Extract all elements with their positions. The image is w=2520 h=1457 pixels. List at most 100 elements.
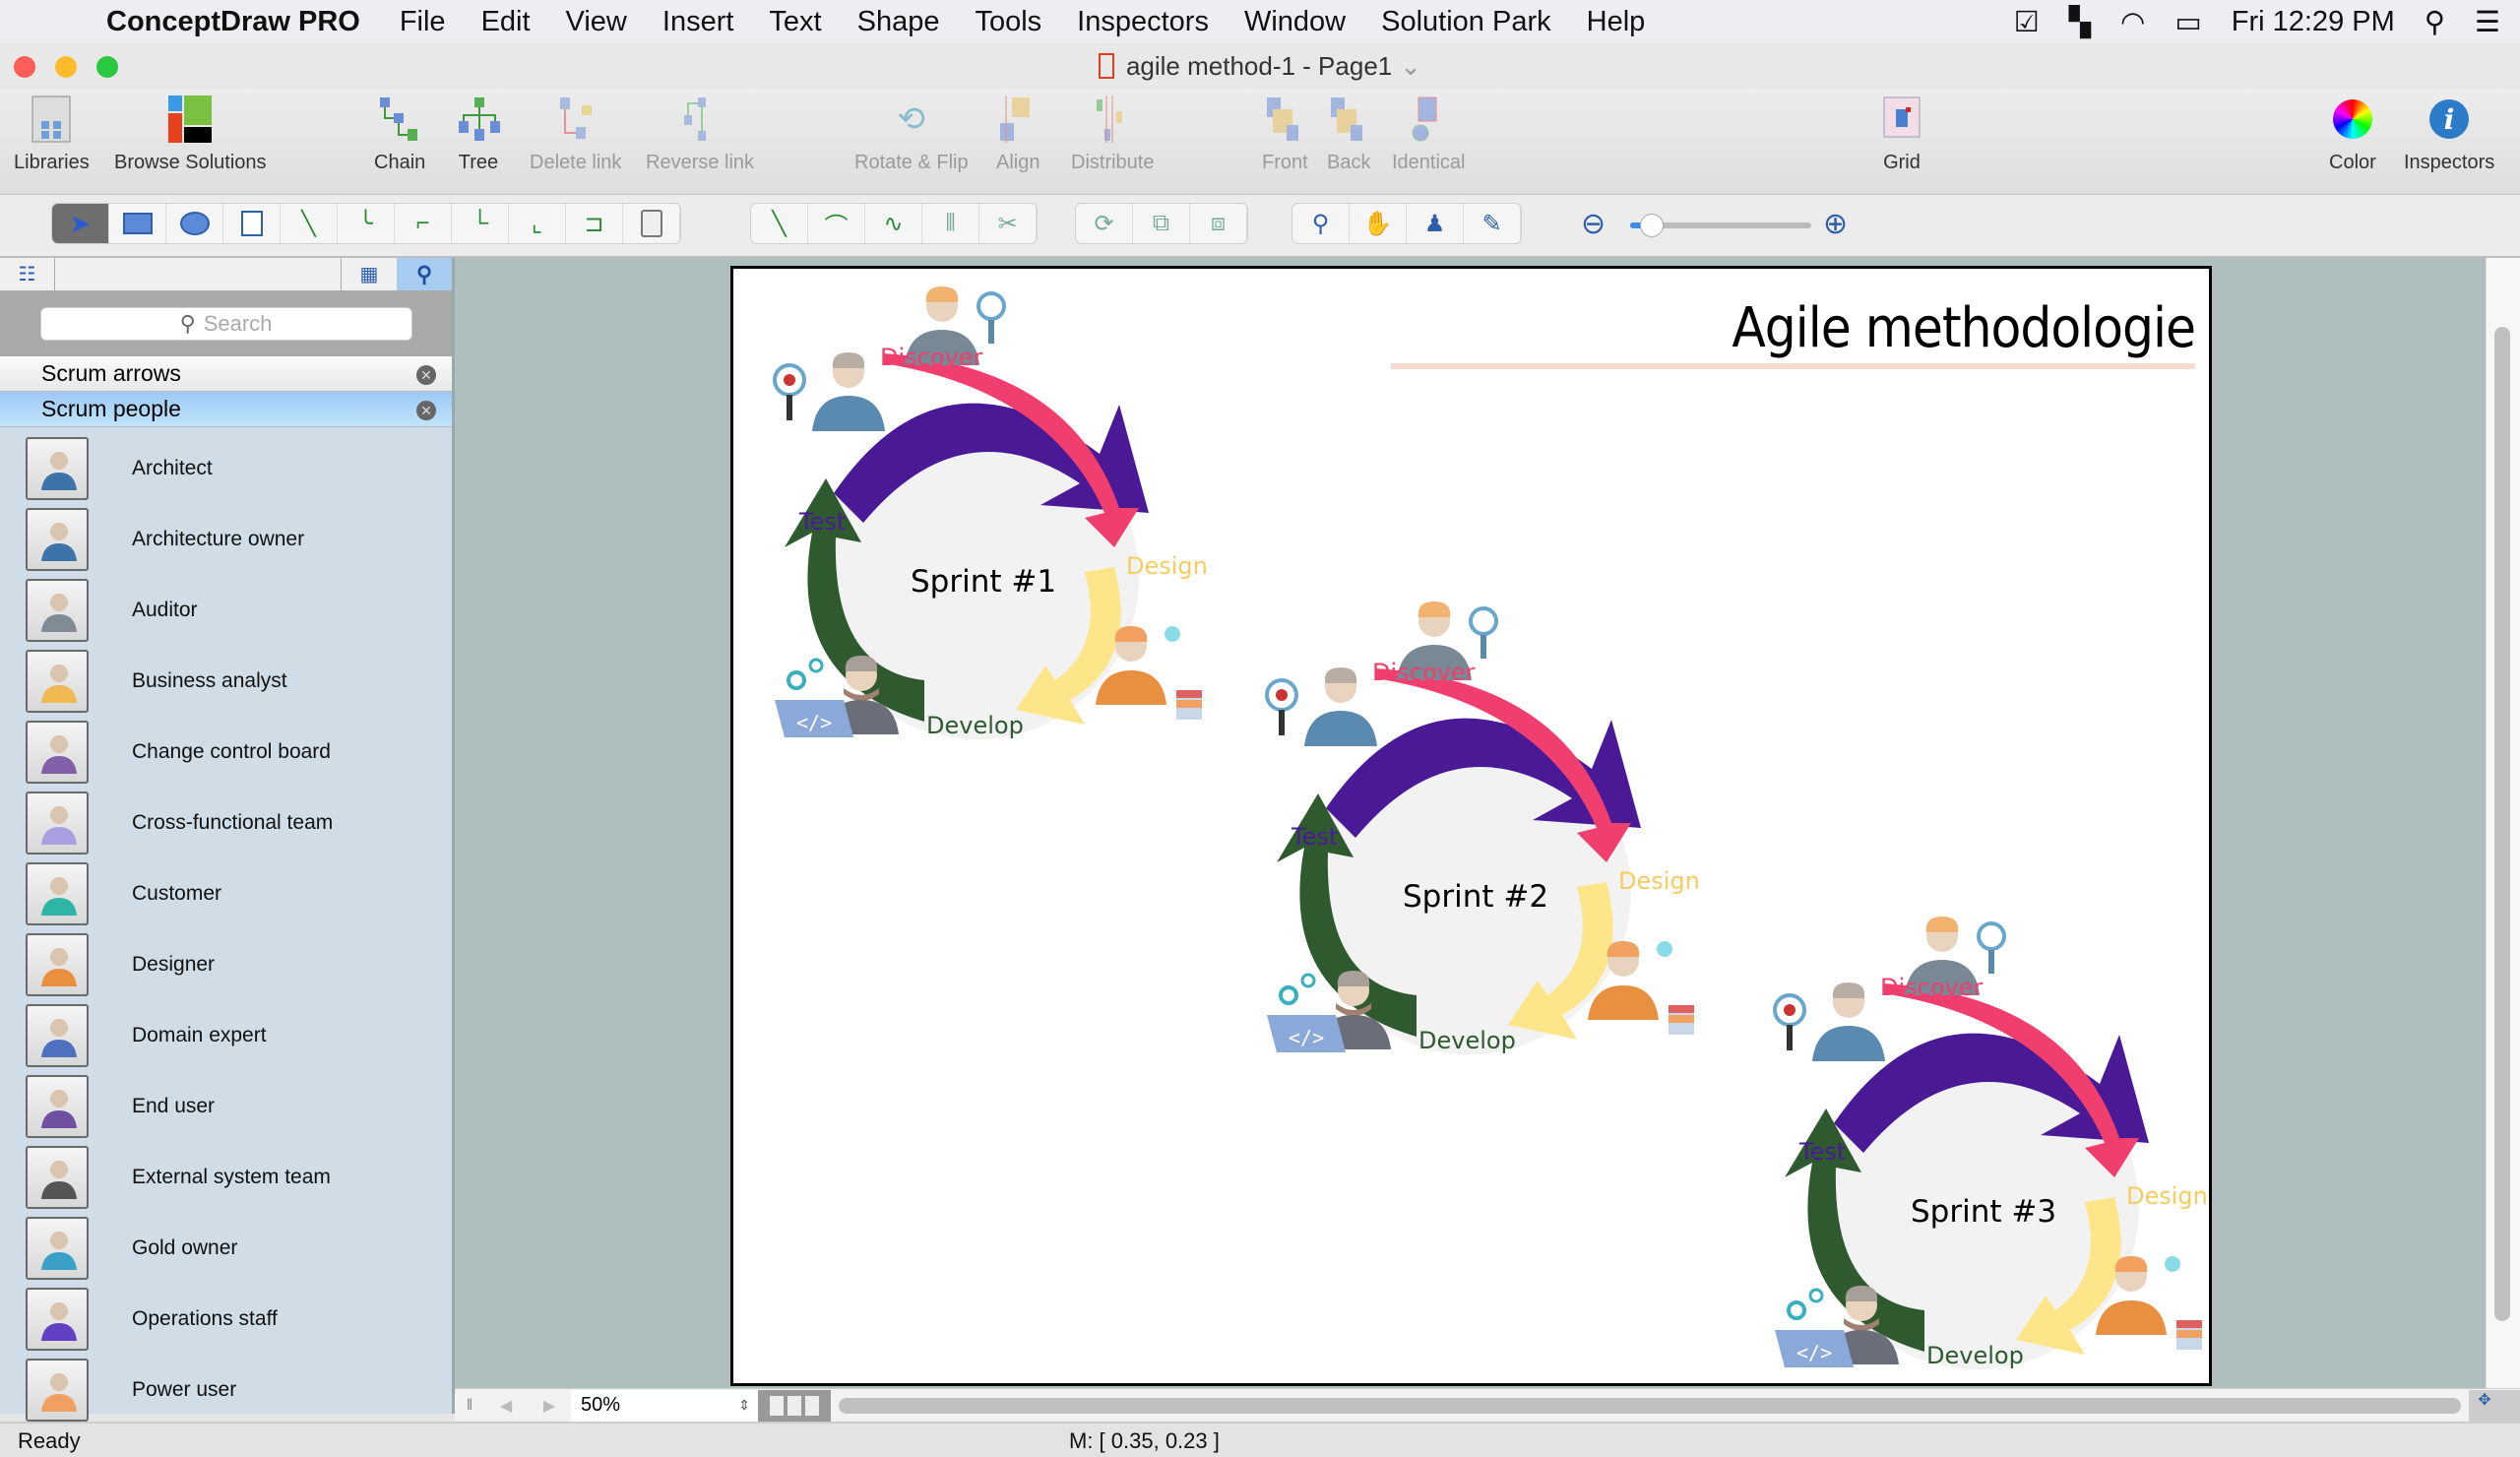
design-label[interactable]: Design <box>1126 552 1208 580</box>
wifi-icon[interactable]: ◠ <box>2120 5 2145 39</box>
distribute-button[interactable]: Distribute <box>1071 95 1154 174</box>
ellipse-tool-icon[interactable] <box>166 204 223 243</box>
close-library-icon[interactable]: ✕ <box>416 401 436 420</box>
line-connector-icon[interactable]: ╲ <box>281 204 338 243</box>
line-tool-icon[interactable]: ╲ <box>751 204 808 243</box>
arc-tool-icon[interactable]: ⌒ <box>808 204 865 243</box>
menu-view[interactable]: View <box>566 6 627 38</box>
search-tab[interactable]: ⚲ <box>397 258 452 290</box>
discover-label[interactable]: Discover <box>880 344 982 371</box>
window-title[interactable]: agile method-1 - Page1 <box>1126 51 1392 82</box>
clock[interactable]: Fri 12:29 PM <box>2232 6 2395 38</box>
notification-center-icon[interactable]: ☰ <box>2475 5 2500 39</box>
library-item[interactable]: Designer <box>0 929 452 1000</box>
next-page-button[interactable]: ▶ <box>528 1396 571 1416</box>
fit-page-icon[interactable]: ✥ <box>2469 1389 2500 1422</box>
library-scrum-people[interactable]: Scrum people ✕ <box>0 392 452 427</box>
task-icon[interactable]: ☑ <box>2014 5 2040 39</box>
library-item[interactable]: Power user <box>0 1355 452 1425</box>
library-item[interactable]: Domain expert <box>0 1000 452 1071</box>
text-tool-icon[interactable] <box>223 204 281 243</box>
library-item[interactable]: Change control board <box>0 717 452 788</box>
page-view-buttons[interactable] <box>758 1389 831 1422</box>
zoom-out-icon[interactable]: ⊖ <box>1581 207 1606 241</box>
cut-tool-icon[interactable]: ✂ <box>979 204 1037 243</box>
discover-label[interactable]: Discover <box>1880 974 1983 1001</box>
menu-help[interactable]: Help <box>1587 6 1646 38</box>
reverse-link-button[interactable]: Reverse link <box>646 95 754 174</box>
menu-inspectors[interactable]: Inspectors <box>1077 6 1209 38</box>
stepper-icon[interactable]: ⇕ <box>738 1397 750 1414</box>
menu-file[interactable]: File <box>400 6 446 38</box>
hand-tool-icon[interactable]: ✋ <box>1350 204 1407 243</box>
eyedropper-tool-icon[interactable]: ✎ <box>1464 204 1521 243</box>
libraries-button[interactable]: Libraries <box>14 95 90 174</box>
color-button[interactable]: Color <box>2329 95 2376 174</box>
round-connector-icon[interactable]: ⌞ <box>509 204 566 243</box>
zoom-in-icon[interactable]: ⊕ <box>1823 207 1848 241</box>
zoom-tool-icon[interactable]: ⚲ <box>1292 204 1350 243</box>
inspectors-button[interactable]: i Inspectors <box>2404 95 2494 174</box>
library-item[interactable]: Architect <box>0 433 452 504</box>
library-path-field[interactable] <box>55 258 342 290</box>
library-item[interactable]: Auditor <box>0 575 452 646</box>
close-button[interactable] <box>14 56 35 78</box>
bezier-tool-icon[interactable]: ∿ <box>865 204 922 243</box>
vertical-scroll-thumb[interactable] <box>2494 327 2510 1321</box>
zoom-slider-knob[interactable] <box>1640 214 1665 237</box>
zoom-button[interactable] <box>96 56 118 78</box>
page[interactable]: Agile methodologie </> Discover Test Des… <box>730 266 2212 1386</box>
browse-solutions-button[interactable]: Browse Solutions <box>114 95 267 174</box>
spotlight-icon[interactable]: ⚲ <box>2425 5 2445 39</box>
library-item[interactable]: External system team <box>0 1142 452 1213</box>
tree-button[interactable]: Tree <box>457 95 500 174</box>
test-label[interactable]: Test <box>1292 823 1338 851</box>
menu-text[interactable]: Text <box>769 6 821 38</box>
grid-button[interactable]: Grid <box>1880 95 1923 174</box>
menu-edit[interactable]: Edit <box>481 6 531 38</box>
library-item[interactable]: Operations staff <box>0 1284 452 1355</box>
arc-connector-icon[interactable]: ╰ <box>338 204 395 243</box>
split-tool-icon[interactable]: ⫴ <box>922 204 979 243</box>
sprint-title[interactable]: Sprint #1 <box>911 564 1056 600</box>
pause-icon[interactable]: ‖ <box>455 1397 484 1415</box>
vertical-scrollbar[interactable] <box>2486 258 2520 1388</box>
test-label[interactable]: Test <box>1799 1138 1846 1166</box>
chevron-down-icon[interactable]: ⌄ <box>1400 51 1421 82</box>
library-item[interactable]: Customer <box>0 858 452 929</box>
develop-label[interactable]: Develop <box>926 712 1024 739</box>
library-item[interactable]: Cross-functional team <box>0 788 452 858</box>
horizontal-scrollbar[interactable] <box>839 1397 2461 1414</box>
library-scrum-arrows[interactable]: Scrum arrows ✕ <box>0 356 452 392</box>
sprint-cycle[interactable]: </> Discover Test Design Develop Sprint … <box>1745 907 2218 1379</box>
library-item[interactable]: End user <box>0 1071 452 1142</box>
sprint-cycle[interactable]: </> Discover Test Design Develop Sprint … <box>1237 592 1710 1064</box>
test-label[interactable]: Test <box>799 508 846 536</box>
menu-tools[interactable]: Tools <box>975 6 1041 38</box>
identical-button[interactable]: Identical <box>1392 95 1466 174</box>
stamp-tool-icon[interactable]: ♟ <box>1407 204 1464 243</box>
prev-page-button[interactable]: ◀ <box>484 1396 528 1416</box>
develop-label[interactable]: Develop <box>1926 1342 2024 1369</box>
design-label[interactable]: Design <box>2126 1182 2208 1210</box>
group-shape-icon[interactable]: ⧉ <box>1133 204 1190 243</box>
front-button[interactable]: Front <box>1262 95 1308 174</box>
back-button[interactable]: Back <box>1327 95 1370 174</box>
develop-label[interactable]: Develop <box>1418 1027 1516 1054</box>
delete-link-button[interactable]: Delete link <box>530 95 621 174</box>
menu-window[interactable]: Window <box>1244 6 1346 38</box>
drawing-canvas[interactable]: Agile methodologie </> Discover Test Des… <box>455 258 2486 1388</box>
grid-view-tab[interactable]: ▦ <box>342 258 397 290</box>
diagram-title[interactable]: Agile methodologie <box>1732 296 2196 360</box>
sprint-cycle[interactable]: </> Discover Test Design Develop Sprint … <box>745 277 1218 749</box>
menu-shape[interactable]: Shape <box>857 6 940 38</box>
menu-solution-park[interactable]: Solution Park <box>1381 6 1551 38</box>
battery-icon[interactable]: ▭ <box>2174 5 2201 39</box>
rectangle-tool-icon[interactable] <box>109 204 166 243</box>
library-search-input[interactable]: ⚲ Search <box>39 307 412 341</box>
discover-label[interactable]: Discover <box>1372 659 1475 686</box>
smart-connector-icon[interactable]: ⌐ <box>395 204 452 243</box>
curve-connector-icon[interactable]: ⊐ <box>566 204 623 243</box>
insert-object-icon[interactable] <box>623 204 680 243</box>
rotate-shape-icon[interactable]: ⟳ <box>1076 204 1133 243</box>
